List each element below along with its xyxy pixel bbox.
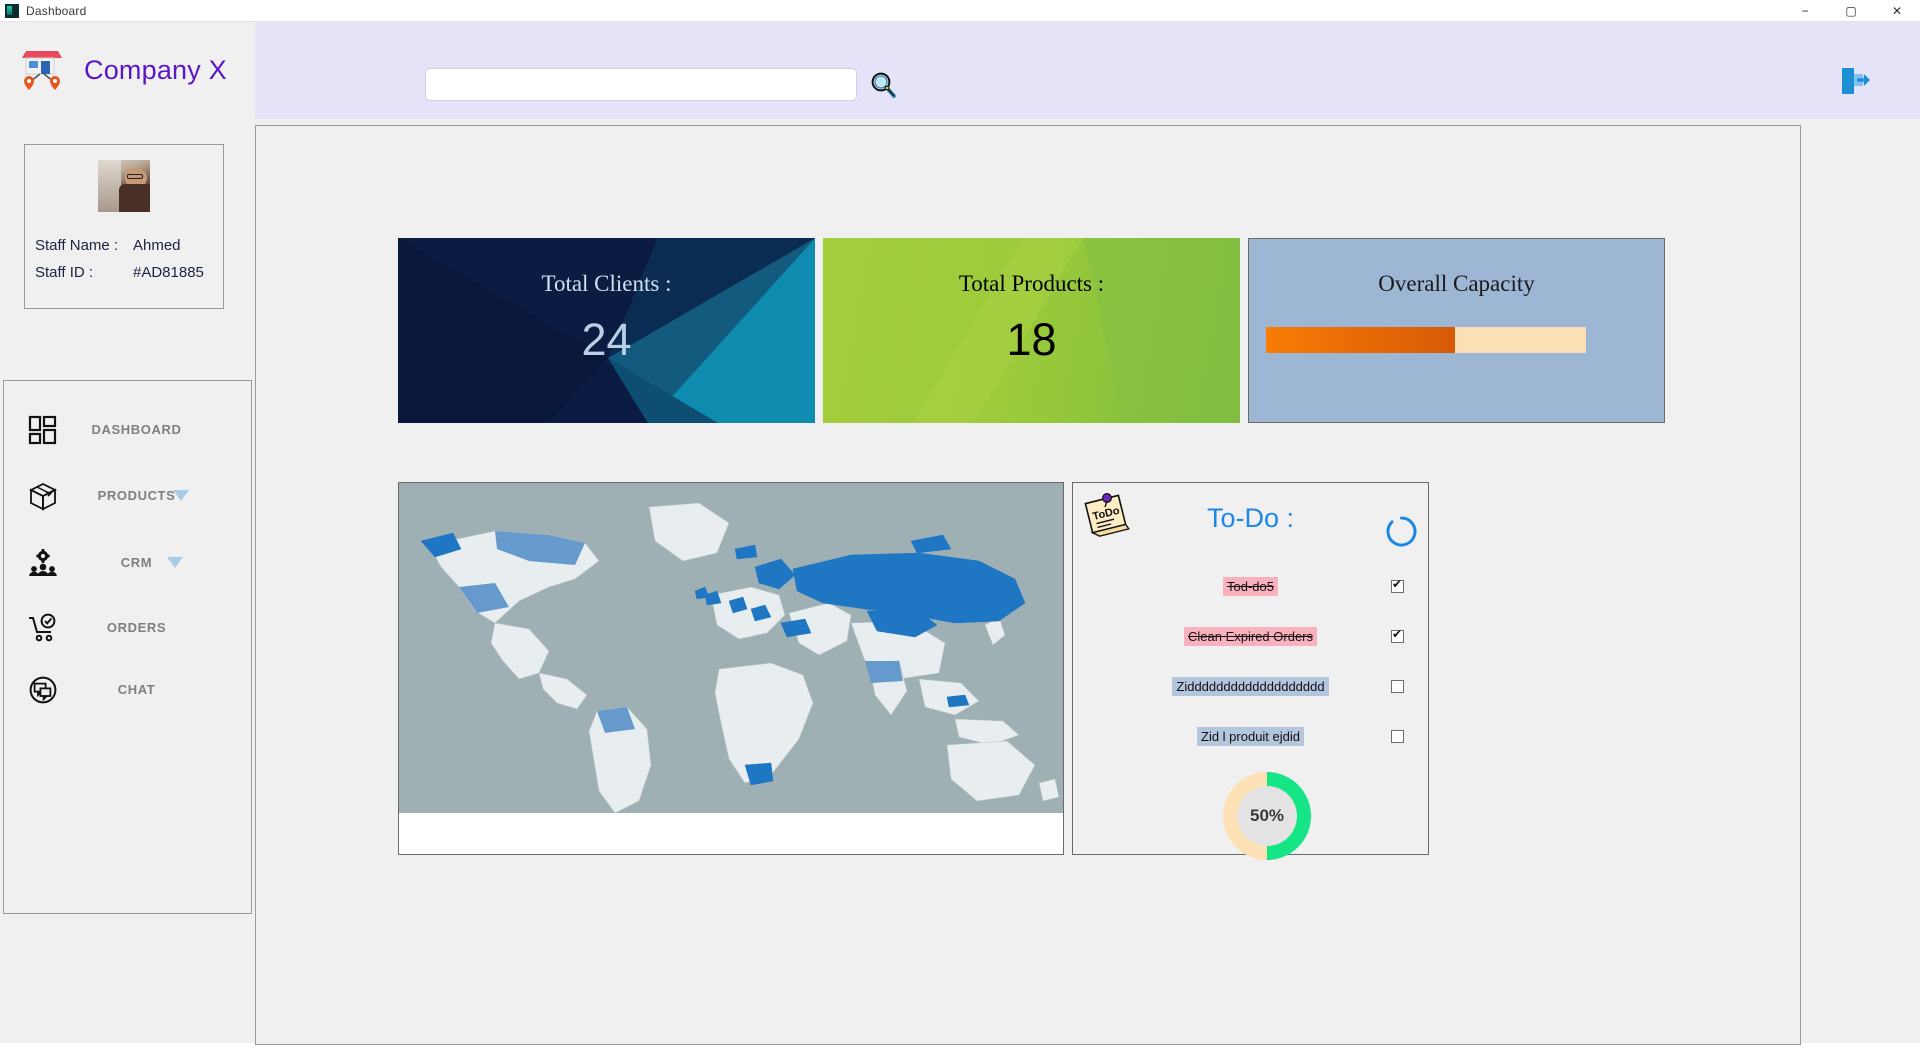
todo-item-checkbox[interactable] [1391, 679, 1404, 693]
loading-spinner-icon [1385, 515, 1418, 548]
sidebar: Company X Staff Name : Ahmed Staff ID : … [0, 22, 255, 1043]
total-products-card: Total Products : 18 [823, 238, 1240, 423]
sidebar-item-crm[interactable]: CRM [4, 535, 251, 590]
search-bar [425, 68, 898, 101]
sidebar-item-label: DASHBOARD [91, 422, 182, 437]
todo-item-label: Clean Expired Orders [1073, 626, 1428, 646]
minimize-button[interactable]: − [1782, 0, 1828, 22]
people-gear-icon [26, 546, 60, 580]
card-title: Total Products : [958, 271, 1105, 296]
todo-item-label: Zid l produit ejdid [1073, 726, 1428, 746]
sidebar-item-chat[interactable]: CHAT [4, 662, 251, 717]
content-panel: Total Clients : 24 Total Products : 18 O… [255, 125, 1801, 1045]
todo-item-checkbox[interactable] [1391, 729, 1404, 743]
sidebar-item-label: ORDERS [106, 620, 167, 635]
sidebar-item-dashboard[interactable]: DASHBOARD [4, 402, 251, 457]
capacity-progress-track [1266, 327, 1586, 353]
app-icon [5, 3, 19, 18]
magnifier-icon[interactable] [868, 70, 898, 100]
staff-id-row: Staff ID : #AD81885 [35, 259, 213, 286]
chevron-down-icon[interactable] [173, 490, 189, 501]
card-value: 24 [581, 314, 632, 365]
window-controls: − ▢ ✕ [1782, 0, 1920, 22]
window-titlebar: Dashboard − ▢ ✕ [0, 0, 1920, 22]
card-title: Total Clients : [541, 271, 672, 296]
grid-dashboard-icon [26, 413, 60, 447]
todo-progress-donut: 50% [1223, 772, 1311, 860]
sidebar-item-label: CRM [120, 555, 153, 570]
staff-name-row: Staff Name : Ahmed [35, 232, 213, 259]
todo-list: Tod-do5 Clean Expired Orders Ziddddddddd… [1073, 561, 1428, 761]
todo-item[interactable]: Tod-do5 [1073, 561, 1428, 611]
todo-card: ToDo To-Do : Tod-do5 ✔ Clean Expired Ord… [1072, 482, 1429, 860]
close-button[interactable]: ✕ [1874, 0, 1920, 22]
capacity-progress-fill [1266, 327, 1455, 353]
capacity-title: Overall Capacity [1378, 271, 1535, 296]
search-input[interactable] [425, 68, 857, 101]
window-title: Dashboard [26, 3, 87, 18]
lower-cards-row: ToDo To-Do : Tod-do5 ✔ Clean Expired Ord… [398, 482, 1429, 860]
chevron-down-icon[interactable] [167, 557, 183, 568]
todo-item[interactable]: Ziddddddddddddddddddd [1073, 661, 1428, 711]
staff-name-label: Staff Name : [35, 237, 119, 254]
top-header [255, 22, 1920, 119]
todo-item-label: Tod-do5 [1073, 576, 1428, 596]
staff-id-value: #AD81885 [133, 264, 204, 281]
cart-check-icon [26, 611, 60, 645]
sidebar-item-label: PRODUCTS [97, 488, 176, 503]
store-network-icon [14, 45, 70, 97]
brand-header: Company X [0, 22, 255, 119]
todo-item-checkbox[interactable] [1391, 627, 1404, 643]
chat-bubble-icon [26, 673, 60, 707]
sidebar-item-products[interactable]: PRODUCTS [4, 468, 251, 523]
world-map-card[interactable] [398, 482, 1064, 855]
maximize-button[interactable]: ▢ [1828, 0, 1874, 22]
staff-name-value: Ahmed [133, 237, 181, 254]
brand-name: Company X [84, 55, 227, 85]
sidebar-item-label: CHAT [117, 682, 156, 697]
box-package-icon [26, 479, 60, 513]
card-value: 18 [1006, 314, 1057, 365]
stat-cards-row: Total Clients : 24 Total Products : 18 O… [398, 238, 1665, 423]
user-photo [98, 160, 150, 212]
staff-profile-card: Staff Name : Ahmed Staff ID : #AD81885 [24, 144, 224, 309]
sidebar-nav: DASHBOARD PRODUCTS CRM ORDERS CHAT [3, 380, 252, 914]
sidebar-item-orders[interactable]: ORDERS [4, 600, 251, 655]
total-clients-card: Total Clients : 24 [398, 238, 815, 423]
todo-item-label: Ziddddddddddddddddddd [1073, 676, 1428, 696]
staff-id-label: Staff ID : [35, 264, 94, 281]
logout-icon[interactable] [1837, 64, 1871, 98]
todo-item[interactable]: Clean Expired Orders [1073, 611, 1428, 661]
app-root: Company X Staff Name : Ahmed Staff ID : … [0, 22, 1920, 1045]
todo-title: To-Do : [1206, 503, 1295, 533]
todo-item[interactable]: Zid l produit ejdid [1073, 711, 1428, 761]
overall-capacity-card: Overall Capacity [1248, 238, 1665, 423]
donut-label: 50% [1237, 786, 1297, 846]
world-map [399, 483, 1063, 813]
todo-item-checkbox[interactable] [1391, 577, 1404, 593]
